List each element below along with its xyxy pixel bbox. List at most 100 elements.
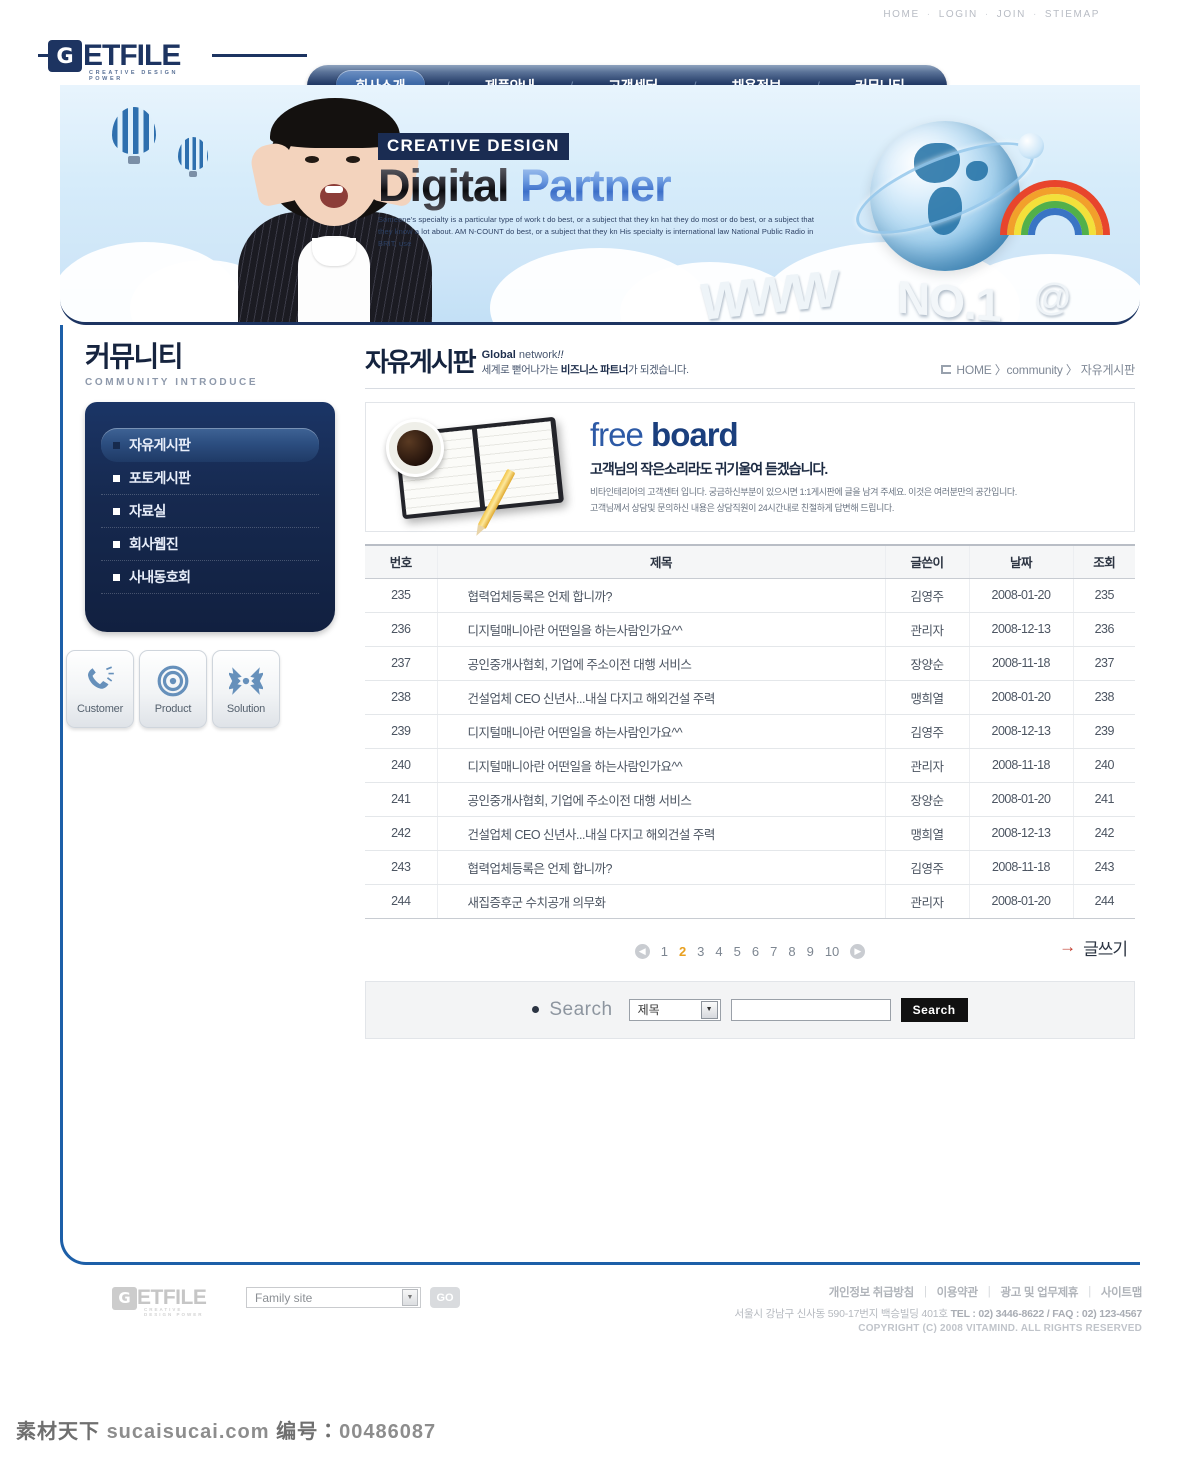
table-row[interactable]: 243 협력업체등록은 언제 합니까? 김영주 2008-11-18 243 [365, 850, 1135, 885]
search-input[interactable] [730, 998, 891, 1021]
table-row[interactable]: 242 건설업체 CEO 신년사...내실 다지고 해외건설 주력 맹희열 20… [365, 816, 1135, 851]
cell-date: 2008-11-18 [968, 850, 1073, 885]
table-row[interactable]: 235 협력업체등록은 언제 합니까? 김영주 2008-01-20 235 [365, 578, 1135, 613]
cell-title[interactable]: 공인중개사협회, 기업에 주소이전 대행 서비스 [436, 646, 885, 681]
sidebar-item-free-board[interactable]: 자유게시판 [101, 428, 319, 462]
watermark-site-en: sucaisucai.com [106, 1421, 270, 1443]
pagination-page-1[interactable]: 1 [661, 944, 668, 959]
family-site-select[interactable]: Family site ▼ [246, 1287, 421, 1308]
bullet-icon [113, 540, 120, 548]
cell-title[interactable]: 협력업체등록은 언제 합니까? [436, 850, 885, 885]
search-label: Search [549, 998, 613, 1020]
quick-link-product[interactable]: Product [139, 650, 207, 728]
sidebar-item-data-room[interactable]: 자료실 [101, 495, 319, 528]
pagination-page-8[interactable]: 8 [788, 944, 795, 959]
column-header-no: 번호 [365, 544, 437, 579]
footer-link-sitemap[interactable]: 사이트맵 [1101, 1284, 1142, 1300]
family-site-go-button[interactable]: GO [430, 1287, 460, 1308]
logo-mark-icon: G [48, 40, 82, 72]
cell-title[interactable]: 공인중개사협회, 기업에 주소이전 대행 서비스 [436, 782, 885, 817]
pagination-page-2[interactable]: 2 [679, 944, 686, 959]
board-intro-text: free board 고객님의 작은소리라도 귀기울여 듣겠습니다. 비타인테리… [590, 418, 1116, 516]
table-row[interactable]: 241 공인중개사협회, 기업에 주소이전 대행 서비스 장양순 2008-01… [365, 782, 1135, 817]
page-title: 자유게시판 [365, 347, 477, 377]
table-row[interactable]: 237 공인중개사협회, 기업에 주소이전 대행 서비스 장양순 2008-11… [365, 646, 1135, 681]
cell-title[interactable]: 건설업체 CEO 신년사...내실 다지고 해외건설 주력 [436, 680, 885, 715]
sidebar-item-label: 자유게시판 [129, 437, 191, 453]
cell-no: 239 [365, 714, 437, 749]
cell-date: 2008-01-20 [968, 578, 1073, 613]
search-button[interactable]: Search [900, 997, 968, 1022]
utility-link-sitemap[interactable]: STIEMAP [1045, 9, 1100, 20]
pagination-page-5[interactable]: 5 [734, 944, 741, 959]
pagination-page-7[interactable]: 7 [770, 944, 777, 959]
logo-rule-left [38, 54, 48, 57]
sidebar-item-label: 사내동호회 [129, 569, 191, 585]
table-header-row: 번호 제목 글쓴이 날짜 조회 [365, 544, 1135, 579]
pagination-prev-icon[interactable]: ◀ [634, 944, 650, 959]
cell-title[interactable]: 협력업체등록은 언제 합니까? [436, 578, 885, 613]
footer-logo-tagline: CREATIVE DESIGN POWER [144, 1307, 204, 1317]
table-row[interactable]: 239 디지털매니아란 어떤일을 하는사람인가요^^ 김영주 2008-12-1… [365, 714, 1135, 749]
arrows-icon [229, 666, 263, 695]
sidebar-item-label: 자료실 [129, 503, 166, 519]
at-symbol-icon: @ [1033, 277, 1072, 319]
bullet-icon [113, 474, 120, 482]
footer-link-privacy[interactable]: 개인정보 취급방침 [829, 1284, 914, 1300]
main-content: 자유게시판 Global network!! 세계로 뻗어나가는 비즈니스 파트… [365, 342, 1135, 1039]
pagination-page-10[interactable]: 10 [825, 944, 839, 959]
table-row[interactable]: 238 건설업체 CEO 신년사...내실 다지고 해외건설 주력 맹희열 20… [365, 680, 1135, 715]
bullet-icon [113, 573, 120, 581]
cell-no: 236 [365, 612, 437, 647]
cell-author: 장양순 [884, 646, 969, 681]
cell-author: 맹희열 [884, 680, 969, 715]
pagination-page-4[interactable]: 4 [715, 944, 722, 959]
cell-title[interactable]: 새집증후군 수치공개 의무화 [436, 884, 885, 919]
cell-no: 240 [365, 748, 437, 783]
table-row[interactable]: 236 디지털매니아란 어떤일을 하는사람인가요^^ 관리자 2008-12-1… [365, 612, 1135, 647]
write-post-label: 글쓰기 [1083, 939, 1128, 959]
subline-strong: 비즈니스 파트너 [560, 364, 629, 376]
sidebar-item-label: 포토게시판 [129, 470, 191, 486]
pagination-page-6[interactable]: 6 [752, 944, 759, 959]
utility-link-login[interactable]: LOGIN [939, 9, 978, 20]
breadcrumb-text: HOME 〉community 〉 자유게시판 [956, 363, 1135, 377]
cell-title[interactable]: 디지털매니아란 어떤일을 하는사람인가요^^ [436, 714, 885, 749]
column-header-hits: 조회 [1072, 544, 1135, 579]
quick-link-label: Solution [226, 702, 266, 715]
sidebar-item-club[interactable]: 사내동호회 [101, 561, 319, 594]
search-field-select[interactable]: 제목 ▼ [628, 998, 721, 1021]
cell-title[interactable]: 디지털매니아란 어떤일을 하는사람인가요^^ [436, 612, 885, 647]
footer-logo[interactable]: G ETFILE CREATIVE DESIGN POWER [112, 1286, 207, 1317]
cell-hits: 236 [1072, 612, 1135, 647]
cell-date: 2008-12-13 [968, 816, 1073, 851]
cell-title[interactable]: 디지털매니아란 어떤일을 하는사람인가요^^ [436, 748, 885, 783]
quick-link-label: Product [154, 702, 192, 715]
utility-link-join[interactable]: JOIN [997, 9, 1026, 20]
chevron-down-icon[interactable]: ▼ [700, 1000, 718, 1019]
footer-link-terms[interactable]: 이용약관 [937, 1284, 978, 1300]
table-row[interactable]: 244 새집증후군 수치공개 의무화 관리자 2008-01-20 244 [365, 884, 1135, 919]
footer-logo-mark-icon: G [112, 1286, 137, 1310]
pagination-page-9[interactable]: 9 [807, 944, 814, 959]
site-logo[interactable]: G ETFILE CREATIVE DESIGN POWER [48, 40, 181, 82]
sidebar-item-webzine[interactable]: 회사웹진 [101, 528, 319, 561]
quick-link-customer[interactable]: Customer [66, 650, 134, 728]
header-divider [365, 388, 1135, 389]
pagination-next-icon[interactable]: ▶ [850, 944, 866, 959]
pagination-page-3[interactable]: 3 [697, 944, 704, 959]
footer-link-partnership[interactable]: 광고 및 업무제휴 [1000, 1284, 1078, 1300]
cell-hits: 242 [1072, 816, 1135, 851]
cell-hits: 240 [1072, 748, 1135, 783]
utility-link-home[interactable]: HOME [883, 9, 919, 20]
cell-title[interactable]: 건설업체 CEO 신년사...내실 다지고 해외건설 주력 [436, 816, 885, 851]
chevron-down-icon[interactable]: ▼ [402, 1289, 418, 1306]
table-row[interactable]: 240 디지털매니아란 어떤일을 하는사람인가요^^ 관리자 2008-11-1… [365, 748, 1135, 783]
cell-no: 237 [365, 646, 437, 681]
arrow-right-icon: → [1059, 937, 1077, 956]
bullet-icon [532, 1006, 540, 1013]
quick-link-solution[interactable]: Solution [212, 650, 280, 728]
write-post-button[interactable]: → 글쓰기 [1059, 935, 1128, 960]
sidebar-item-photo-board[interactable]: 포토게시판 [101, 462, 319, 495]
bullet-icon [113, 507, 120, 515]
